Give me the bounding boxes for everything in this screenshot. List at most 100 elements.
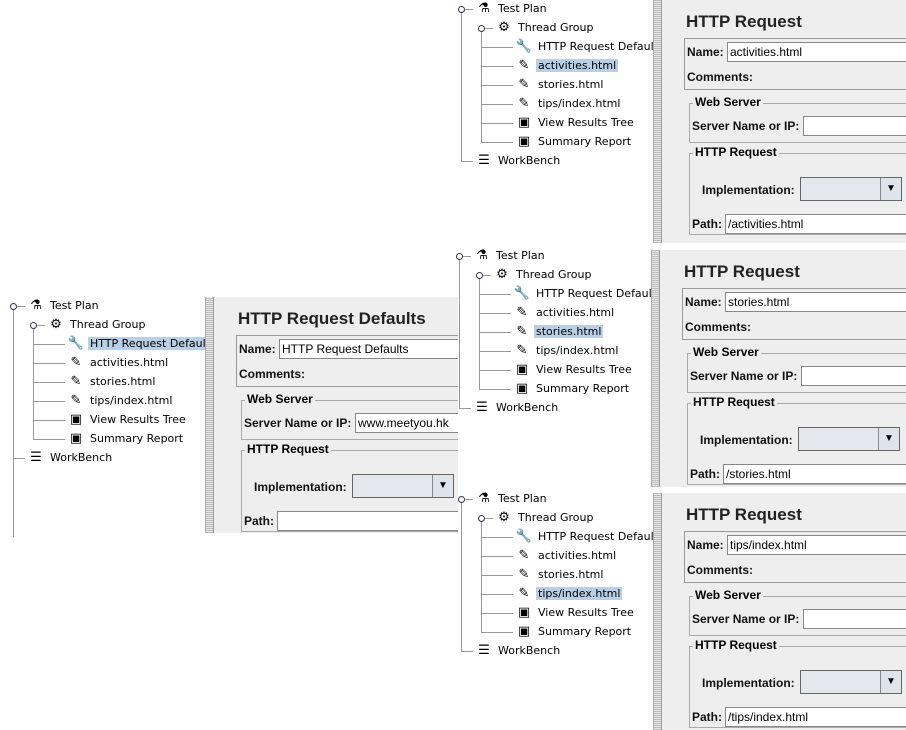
dropdown-arrow-icon[interactable]: ▼ bbox=[880, 178, 901, 200]
name-input[interactable]: HTTP Request Defaults bbox=[279, 339, 458, 359]
name-input[interactable]: stories.html bbox=[725, 292, 906, 312]
thread-group-icon: ⚙ bbox=[496, 267, 508, 282]
tree-node[interactable]: 🔧 HTTP Request Defaults bbox=[515, 38, 666, 56]
path-input[interactable]: /stories.html bbox=[723, 464, 906, 484]
splitter[interactable] bbox=[653, 0, 662, 243]
tree-node[interactable]: ▣ View Results Tree bbox=[513, 361, 634, 379]
implementation-select[interactable]: ▼ bbox=[800, 670, 902, 694]
name-input[interactable]: activities.html bbox=[727, 42, 906, 62]
splitter[interactable] bbox=[653, 493, 662, 730]
sampler-pipette-icon: ✎ bbox=[518, 586, 530, 601]
tree-node[interactable]: ✎ tips/index.html bbox=[67, 392, 174, 410]
tree-node[interactable]: ✎ tips/index.html bbox=[515, 585, 623, 603]
dropdown-arrow-icon[interactable]: ▼ bbox=[880, 671, 901, 693]
tree-node[interactable]: ▣ Summary Report bbox=[515, 623, 633, 641]
tree-line bbox=[485, 28, 493, 29]
expand-toggle[interactable] bbox=[458, 6, 465, 13]
web-server-legend: Web Server bbox=[693, 95, 763, 109]
test-tree: ⚗ Test Plan ⚙ Thread Group 🔧 HTTP Request Def… bbox=[453, 247, 662, 487]
path-input[interactable] bbox=[277, 511, 458, 531]
expand-toggle[interactable] bbox=[30, 322, 37, 329]
expand-toggle[interactable] bbox=[476, 272, 483, 279]
tree-node-label: View Results Tree bbox=[538, 606, 634, 619]
tree-node[interactable]: ⚙ Thread Group bbox=[47, 316, 147, 334]
tree-node[interactable]: ✎ stories.html bbox=[67, 373, 157, 391]
http-request-form: HTTP Request Defaults Name: HTTP Request D… bbox=[214, 297, 458, 533]
tree-node[interactable]: ⚙ Thread Group bbox=[495, 19, 595, 37]
tree-node-label: HTTP Request Defaults bbox=[536, 287, 662, 300]
expand-toggle[interactable] bbox=[10, 303, 17, 310]
tree-node[interactable]: 🔧 HTTP Request Defaults bbox=[67, 335, 218, 353]
tree-node[interactable]: 🔧 HTTP Request Defaults bbox=[513, 285, 664, 303]
expand-toggle[interactable] bbox=[478, 25, 485, 32]
tree-node[interactable]: ▣ View Results Tree bbox=[515, 114, 636, 132]
tree-line bbox=[481, 104, 513, 105]
sampler-pipette-icon: ✎ bbox=[70, 355, 82, 370]
tree-node[interactable]: ✎ tips/index.html bbox=[515, 95, 622, 113]
tree-node[interactable]: ✎ activities.html bbox=[513, 304, 616, 322]
sampler-pipette-icon: ✎ bbox=[70, 393, 82, 408]
splitter[interactable] bbox=[205, 297, 214, 533]
splitter[interactable] bbox=[651, 250, 660, 487]
tree-node[interactable]: ✎ activities.html bbox=[515, 547, 618, 565]
tree-node[interactable]: ⚙ Thread Group bbox=[495, 509, 595, 527]
dropdown-arrow-icon[interactable]: ▼ bbox=[432, 475, 453, 497]
tree-node[interactable]: ▣ Summary Report bbox=[515, 133, 633, 151]
tree-node[interactable]: ☰ WorkBench bbox=[475, 152, 562, 170]
tree-node[interactable]: ▣ Summary Report bbox=[67, 430, 185, 448]
tree-node-label: View Results Tree bbox=[536, 363, 632, 376]
implementation-select[interactable]: ▼ bbox=[352, 474, 454, 498]
tree-line bbox=[481, 594, 513, 595]
expand-toggle[interactable] bbox=[458, 496, 465, 503]
test-plan-icon: ⚗ bbox=[478, 491, 490, 506]
path-input[interactable]: /activities.html bbox=[725, 214, 906, 234]
expand-toggle[interactable] bbox=[456, 253, 463, 260]
test-plan-icon: ⚗ bbox=[30, 298, 42, 313]
path-input[interactable]: /tips/index.html bbox=[725, 707, 906, 727]
test-tree: ⚗ Test Plan ⚙ Thread Group 🔧 HTTP Request Def… bbox=[7, 297, 218, 537]
thread-group-icon: ⚙ bbox=[498, 20, 510, 35]
sampler-pipette-icon: ✎ bbox=[518, 77, 530, 92]
sampler-pipette-icon: ✎ bbox=[516, 324, 528, 339]
tree-node[interactable]: ⚙ Thread Group bbox=[493, 266, 593, 284]
tree-node[interactable]: ⚗ Test Plan bbox=[475, 490, 549, 508]
server-name-input[interactable] bbox=[803, 609, 906, 629]
server-name-input[interactable] bbox=[803, 116, 906, 136]
tree-node-label: stories.html bbox=[538, 568, 604, 581]
test-plan-icon: ⚗ bbox=[476, 248, 488, 263]
http-request-legend: HTTP Request bbox=[693, 145, 779, 159]
tree-node[interactable]: ✎ stories.html bbox=[513, 323, 604, 341]
tree-node[interactable]: ✎ activities.html bbox=[67, 354, 170, 372]
tree-line bbox=[461, 10, 462, 162]
tree-node[interactable]: ✎ stories.html bbox=[515, 566, 605, 584]
tree-node-label: WorkBench bbox=[498, 644, 561, 657]
tree-node[interactable]: ⚗ Test Plan bbox=[27, 297, 101, 315]
tree-node[interactable]: ☰ WorkBench bbox=[473, 399, 560, 417]
http-request-legend: HTTP Request bbox=[245, 442, 331, 456]
tree-node[interactable]: ✎ activities.html bbox=[515, 57, 619, 75]
tree-line bbox=[461, 161, 473, 162]
name-label: Name: bbox=[687, 538, 724, 552]
tree-node[interactable]: ⚗ Test Plan bbox=[473, 247, 547, 265]
tree-node-label: Test Plan bbox=[50, 299, 99, 312]
tree-node[interactable]: ☰ WorkBench bbox=[27, 449, 114, 467]
server-name-input[interactable]: www.meetyou.hk bbox=[355, 413, 458, 433]
server-name-input[interactable] bbox=[801, 366, 906, 386]
tree-node-label: HTTP Request Defaults bbox=[538, 530, 664, 543]
tree-node[interactable]: ✎ stories.html bbox=[515, 76, 605, 94]
tree-node[interactable]: ⚗ Test Plan bbox=[475, 0, 549, 18]
workbench-icon: ☰ bbox=[478, 153, 490, 168]
tree-node[interactable]: ☰ WorkBench bbox=[475, 642, 562, 660]
implementation-select[interactable]: ▼ bbox=[798, 427, 900, 451]
dropdown-arrow-icon[interactable]: ▼ bbox=[878, 428, 899, 450]
name-input[interactable]: tips/index.html bbox=[727, 535, 906, 555]
workbench-icon: ☰ bbox=[476, 400, 488, 415]
tree-node[interactable]: ▣ Summary Report bbox=[513, 380, 631, 398]
tree-node[interactable]: 🔧 HTTP Request Defaults bbox=[515, 528, 666, 546]
tree-node[interactable]: ✎ tips/index.html bbox=[513, 342, 620, 360]
tree-node[interactable]: ▣ View Results Tree bbox=[67, 411, 188, 429]
tree-line bbox=[481, 142, 513, 143]
expand-toggle[interactable] bbox=[478, 515, 485, 522]
tree-node[interactable]: ▣ View Results Tree bbox=[515, 604, 636, 622]
implementation-select[interactable]: ▼ bbox=[800, 177, 902, 201]
